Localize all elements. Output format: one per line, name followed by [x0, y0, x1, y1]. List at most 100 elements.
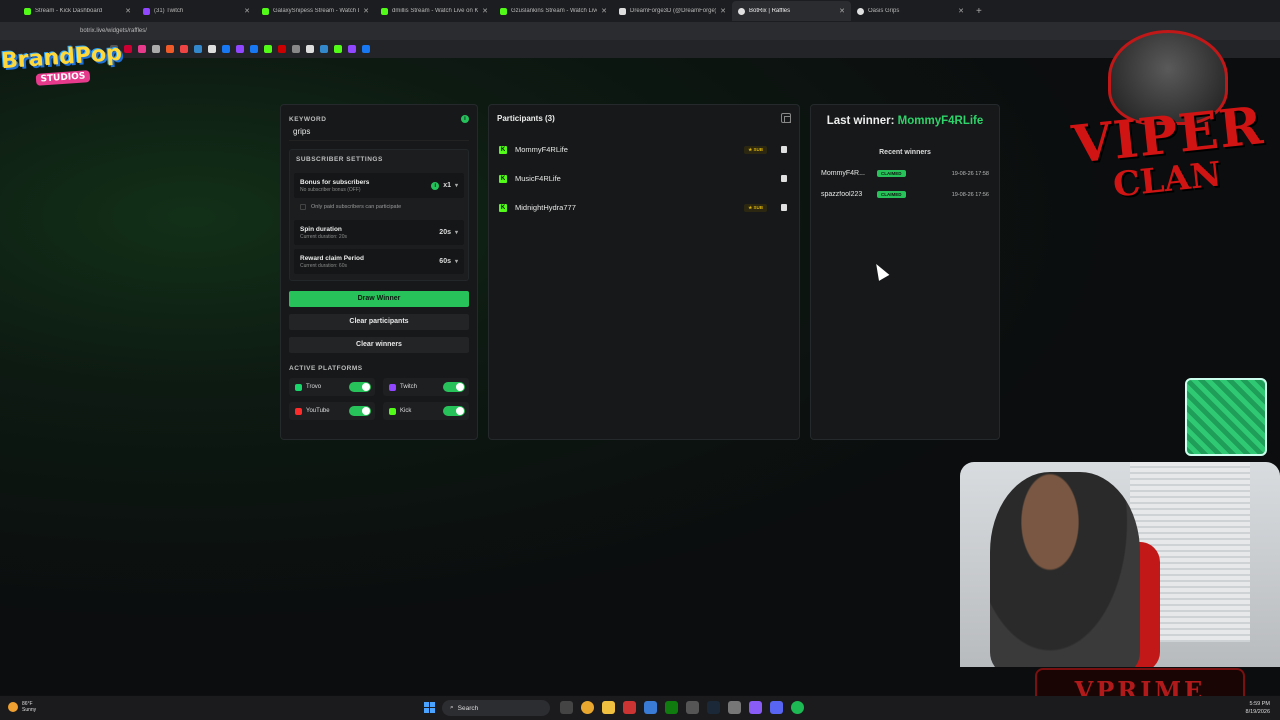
- trovo-toggle[interactable]: [349, 382, 371, 392]
- clock-time: 5:59 PM: [1249, 701, 1270, 707]
- search-placeholder: Search: [457, 704, 479, 712]
- spin-subtitle: Current duration: 20s: [300, 233, 347, 240]
- spin-title: Spin duration: [300, 225, 342, 233]
- participant-name: MidnightHydra777: [515, 203, 576, 212]
- trash-icon[interactable]: [781, 146, 787, 153]
- bookmark-icon[interactable]: [278, 45, 286, 53]
- close-icon[interactable]: ✕: [125, 7, 131, 15]
- bookmark-icon[interactable]: [180, 45, 188, 53]
- close-icon[interactable]: ✕: [482, 7, 488, 15]
- chrome-icon[interactable]: [581, 701, 594, 714]
- chevron-down-icon[interactable]: ▾: [455, 229, 458, 236]
- only-paid-toggle[interactable]: Only paid subscribers can participate: [294, 198, 464, 216]
- browser-tab-active[interactable]: BotRix | Raffles ✕: [732, 1, 851, 21]
- last-winner-label: Last winner:: [826, 115, 895, 127]
- winner-time: 19-08-26 17:58: [951, 170, 989, 177]
- draw-winner-button[interactable]: Draw Winner: [289, 291, 469, 307]
- close-icon[interactable]: ✕: [958, 7, 964, 15]
- browser-tab[interactable]: Gzuslankins Stream - Watch Live ✕: [494, 1, 613, 21]
- app-icon[interactable]: [749, 701, 762, 714]
- reward-claim-row: Reward claim Period Current duration: 60…: [294, 249, 464, 274]
- app-icon[interactable]: [686, 701, 699, 714]
- app-icon[interactable]: [644, 701, 657, 714]
- search-icon: ⌕: [450, 704, 454, 711]
- youtube-toggle[interactable]: [349, 406, 371, 416]
- app-icon[interactable]: [623, 701, 636, 714]
- browser-tab[interactable]: Oasis Grips ✕: [851, 1, 970, 21]
- info-icon[interactable]: i: [461, 115, 469, 123]
- active-platforms-label: ACTIVE PLATFORMS: [289, 365, 363, 372]
- new-tab-icon[interactable]: +: [976, 6, 982, 17]
- bookmark-icon[interactable]: [152, 45, 160, 53]
- clear-winners-button[interactable]: Clear winners: [289, 337, 469, 353]
- browser-tab[interactable]: dmillis Stream - Watch Live on Kick ✕: [375, 1, 494, 21]
- kick-icon: K: [499, 174, 507, 183]
- bonus-subtitle: No subscriber bonus (OFF): [300, 186, 361, 193]
- bookmark-icon[interactable]: [264, 45, 272, 53]
- bookmark-icon[interactable]: [194, 45, 202, 53]
- spin-duration-select[interactable]: 20s: [439, 229, 451, 236]
- close-icon[interactable]: ✕: [244, 7, 250, 15]
- file-explorer-icon[interactable]: [602, 701, 615, 714]
- kick-icon: K: [499, 145, 507, 154]
- bookmark-icon[interactable]: [362, 45, 370, 53]
- bookmark-icon[interactable]: [208, 45, 216, 53]
- system-clock[interactable]: 5:59 PM 8/19/2026: [1246, 700, 1270, 716]
- bookmark-icon[interactable]: [250, 45, 258, 53]
- steam-icon[interactable]: [707, 701, 720, 714]
- close-icon[interactable]: ✕: [839, 7, 845, 15]
- bookmark-icon[interactable]: [138, 45, 146, 53]
- checkbox[interactable]: [300, 204, 306, 210]
- info-icon[interactable]: i: [431, 181, 440, 190]
- chevron-down-icon[interactable]: ▾: [455, 182, 458, 189]
- twitch-toggle[interactable]: [443, 382, 465, 392]
- tab-label: BotRix | Raffles: [749, 8, 791, 14]
- bookmark-icon[interactable]: [306, 45, 314, 53]
- platform-name: Trovo: [306, 384, 322, 390]
- bookmark-icon[interactable]: [348, 45, 356, 53]
- bookmark-icon[interactable]: [292, 45, 300, 53]
- last-winner-name: MommyF4RLife: [897, 115, 984, 127]
- brandpop-logo: BrandPop STUDIOS: [0, 24, 123, 103]
- tab-label: Gzuslankins Stream - Watch Live: [511, 8, 598, 14]
- spotify-icon[interactable]: [791, 701, 804, 714]
- reward-period-select[interactable]: 60s: [439, 258, 451, 265]
- sub-badge: ★ SUB: [744, 145, 767, 154]
- task-view-icon[interactable]: [560, 701, 573, 714]
- browser-tab[interactable]: GalaxySnipess Stream - Watch Live ✕: [256, 1, 375, 21]
- bookmark-icon[interactable]: [334, 45, 342, 53]
- close-icon[interactable]: ✕: [720, 7, 726, 15]
- tab-label: (31) Twitch: [154, 8, 184, 14]
- keyword-input[interactable]: grips: [289, 127, 469, 141]
- settings-icon[interactable]: [728, 701, 741, 714]
- taskbar-search[interactable]: ⌕ Search: [442, 700, 550, 716]
- close-icon[interactable]: ✕: [601, 7, 607, 15]
- copy-icon[interactable]: [781, 113, 791, 123]
- bookmark-icon[interactable]: [222, 45, 230, 53]
- platform-toggles: Trovo Twitch YouTube Kick: [289, 378, 469, 420]
- bookmark-icon[interactable]: [320, 45, 328, 53]
- clear-participants-button[interactable]: Clear participants: [289, 314, 469, 330]
- kick-icon: [389, 407, 396, 415]
- weather-widget[interactable]: 86°F Sunny: [8, 701, 36, 713]
- trash-icon[interactable]: [781, 204, 787, 211]
- discord-icon[interactable]: [770, 701, 783, 714]
- close-icon[interactable]: ✕: [363, 7, 369, 15]
- spin-duration-row: Spin duration Current duration: 20s 20s …: [294, 220, 464, 245]
- bookmark-icon[interactable]: [236, 45, 244, 53]
- bookmark-icon[interactable]: [124, 45, 132, 53]
- chevron-down-icon[interactable]: ▾: [455, 258, 458, 265]
- brand-logo-subtext: STUDIOS: [35, 69, 91, 86]
- trash-icon[interactable]: [781, 175, 787, 182]
- browser-tab[interactable]: Stream - Kick Dashboard ✕: [18, 1, 137, 21]
- list-item: K MidnightHydra777 ★ SUB: [497, 193, 791, 222]
- bonus-multiplier-select[interactable]: x1: [443, 182, 451, 189]
- taskbar: 86°F Sunny ⌕ Search 5:59 PM 8/19/2026: [0, 696, 1280, 720]
- xbox-icon[interactable]: [665, 701, 678, 714]
- platform-kick: Kick: [383, 402, 469, 420]
- browser-tab[interactable]: (31) Twitch ✕: [137, 1, 256, 21]
- windows-start-icon[interactable]: [424, 702, 435, 713]
- browser-tab[interactable]: DreamForge3D (@DreamForge) ✕: [613, 1, 732, 21]
- bookmark-icon[interactable]: [166, 45, 174, 53]
- kick-toggle[interactable]: [443, 406, 465, 416]
